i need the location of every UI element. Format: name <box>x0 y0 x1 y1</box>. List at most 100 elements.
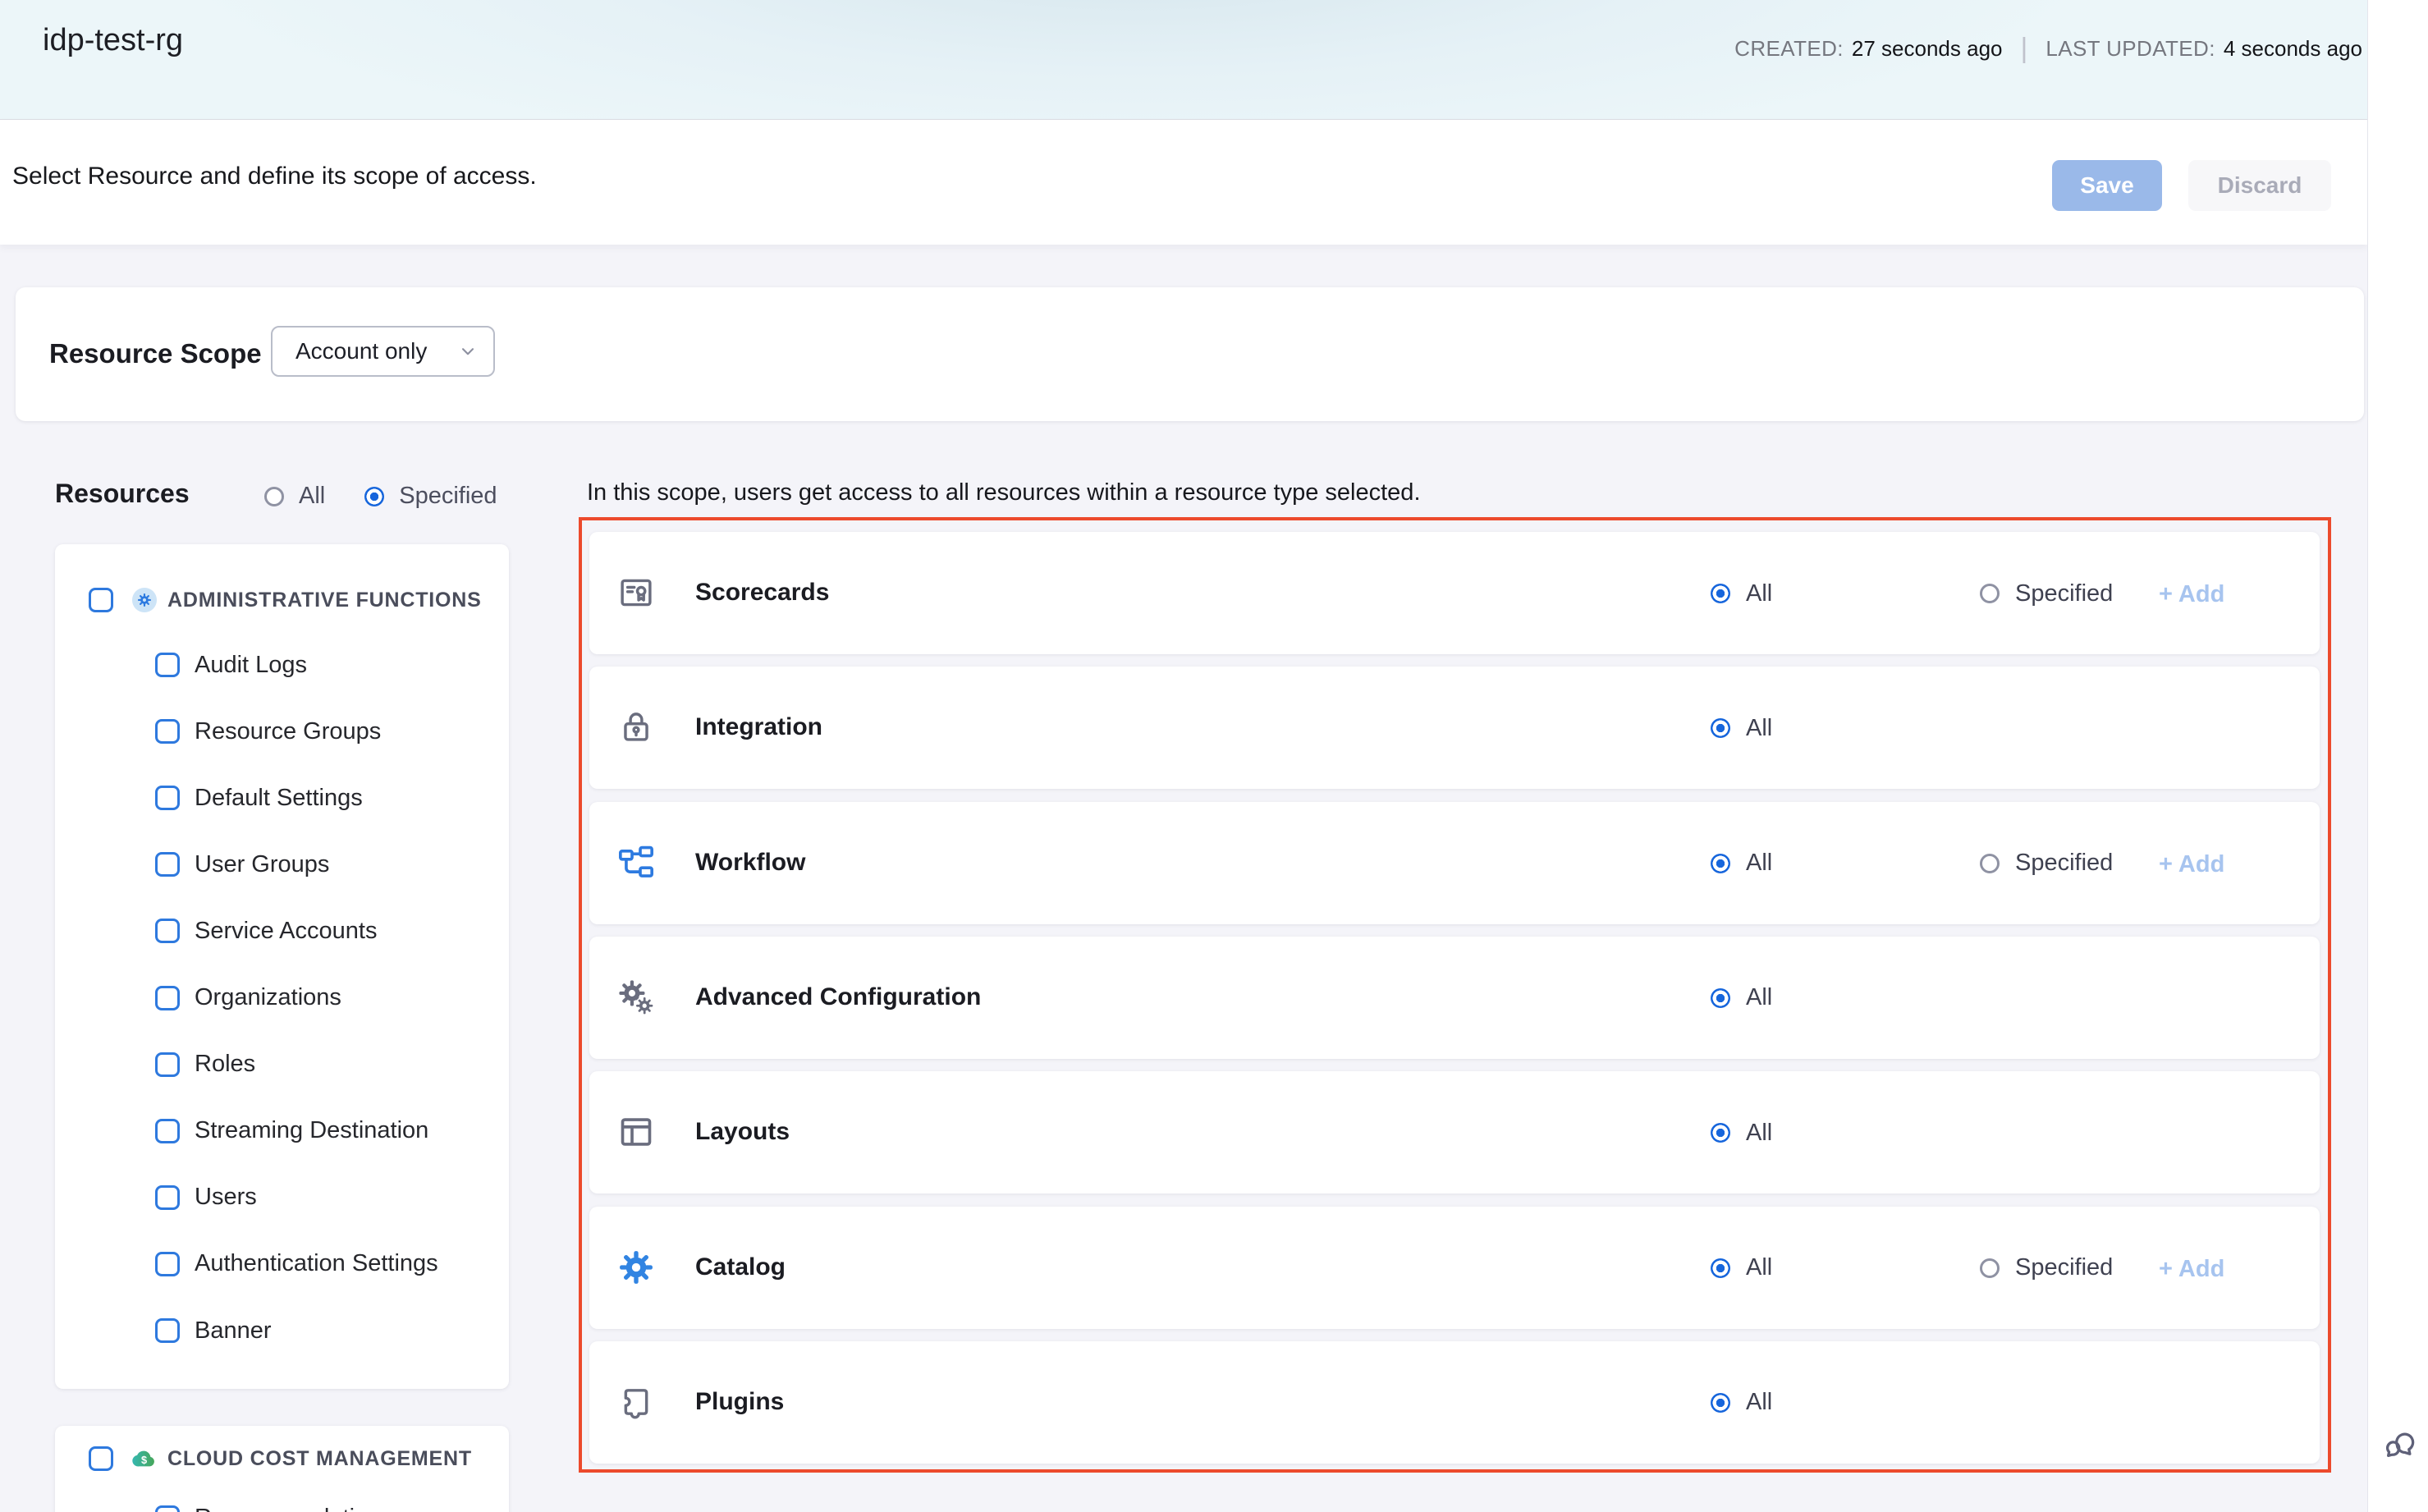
resource-type-label: Scorecards <box>695 579 829 607</box>
specified-radio-label: Specified <box>2015 580 2113 607</box>
all-radio[interactable] <box>1711 1393 1730 1413</box>
all-radio-label: All <box>1746 1389 1772 1416</box>
resource-type-label: Workflow <box>695 849 805 877</box>
resource-list-item: Organizations <box>155 986 341 1010</box>
section-label: ADMINISTRATIVE FUNCTIONS <box>167 589 482 612</box>
resource-scope-dropdown[interactable]: Account only <box>271 326 495 377</box>
resource-checkbox[interactable] <box>155 1505 180 1512</box>
resource-checkbox[interactable] <box>155 719 180 744</box>
resource-list-item: Streaming Destination <box>155 1119 428 1143</box>
timestamps: CREATED: 27 seconds ago | LAST UPDATED: … <box>1734 33 2362 65</box>
resource-type-row: Layouts All <box>589 1071 2320 1194</box>
resource-checkbox[interactable] <box>155 852 180 877</box>
resource-checkbox[interactable] <box>155 1052 180 1077</box>
all-radio-label: All <box>1746 715 1772 742</box>
resource-type-label: Catalog <box>695 1253 786 1281</box>
all-radio-label: All <box>1746 1254 1772 1281</box>
resource-type-row: Integration All <box>589 667 2320 789</box>
resource-scope-value: Account only <box>295 338 427 364</box>
resource-checkbox[interactable] <box>155 1119 180 1143</box>
specified-radio[interactable] <box>1980 1258 2000 1278</box>
all-radio-label: All <box>1746 580 1772 607</box>
resource-section-card: ADMINISTRATIVE FUNCTIONS Audit Logs Reso… <box>55 544 509 1389</box>
resource-list-item: User Groups <box>155 852 329 877</box>
resources-all-radio[interactable] <box>264 487 284 506</box>
add-link[interactable]: + Add <box>2159 1256 2224 1283</box>
resource-item-label: Service Accounts <box>195 918 377 945</box>
resource-group-page: idp-test-rg CREATED: 27 seconds ago | LA… <box>0 0 2428 1512</box>
resources-panel-title: Resources <box>55 479 190 509</box>
save-button[interactable]: Save <box>2052 160 2162 211</box>
resource-type-label: Plugins <box>695 1388 784 1416</box>
resource-type-row: Catalog All Specified + Add <box>589 1207 2320 1329</box>
resource-checkbox[interactable] <box>155 986 180 1010</box>
resources-specified-radio[interactable] <box>364 487 384 506</box>
resource-checkbox[interactable] <box>155 786 180 810</box>
resource-section-card: CLOUD COST MANAGEMENT Recommendations <box>55 1426 509 1512</box>
all-radio[interactable] <box>1711 988 1730 1008</box>
right-edge-strip <box>2367 0 2428 1512</box>
resource-item-label: Audit Logs <box>195 652 307 679</box>
chat-bubbles-icon[interactable] <box>2381 1425 2419 1463</box>
resource-item-label: User Groups <box>195 851 329 878</box>
created-label: CREATED: <box>1734 36 1844 62</box>
resource-list-item: Resource Groups <box>155 719 381 744</box>
specified-radio-label: Specified <box>2015 850 2113 877</box>
add-link[interactable]: + Add <box>2159 581 2224 608</box>
all-radio[interactable] <box>1711 1258 1730 1278</box>
resource-type-row: Plugins All <box>589 1341 2320 1464</box>
section-checkbox[interactable] <box>89 588 113 612</box>
resource-list-item: Default Settings <box>155 786 363 810</box>
all-radio-label: All <box>1746 1120 1772 1147</box>
resource-item-label: Banner <box>195 1317 272 1345</box>
resource-list-item: Service Accounts <box>155 919 377 943</box>
created-value: 27 seconds ago <box>1852 36 2003 62</box>
resource-section-header: CLOUD COST MANAGEMENT <box>89 1445 472 1473</box>
resource-checkbox[interactable] <box>155 919 180 943</box>
resource-checkbox[interactable] <box>155 653 180 677</box>
all-radio[interactable] <box>1711 854 1730 873</box>
specified-radio-label: Specified <box>2015 1254 2113 1281</box>
page-title: idp-test-rg <box>43 23 183 58</box>
resource-item-label: Streaming Destination <box>195 1117 428 1144</box>
page-header: idp-test-rg CREATED: 27 seconds ago | LA… <box>0 0 2367 120</box>
integration-lock-icon <box>617 708 655 746</box>
chevron-down-icon <box>457 341 479 362</box>
resources-specified-label: Specified <box>399 483 497 510</box>
all-radio-label: All <box>1746 850 1772 877</box>
all-radio[interactable] <box>1711 718 1730 738</box>
resource-checkbox[interactable] <box>155 1252 180 1276</box>
resource-item-label: Default Settings <box>195 785 363 812</box>
resources-mode-radios: All Specified <box>264 483 497 510</box>
resource-checkbox[interactable] <box>155 1318 180 1343</box>
resource-item-label: Organizations <box>195 984 341 1011</box>
resource-list-item: Authentication Settings <box>155 1252 438 1276</box>
last-updated-label: LAST UPDATED: <box>2045 36 2215 62</box>
catalog-gear-icon <box>617 1249 655 1286</box>
all-radio[interactable] <box>1711 1123 1730 1143</box>
specified-radio[interactable] <box>1980 584 2000 603</box>
specified-radio[interactable] <box>1980 854 2000 873</box>
resource-list-item: Audit Logs <box>155 653 307 677</box>
resource-list-item: Users <box>155 1185 257 1210</box>
resource-item-label: Recommendations <box>195 1505 393 1512</box>
section-checkbox[interactable] <box>89 1446 113 1471</box>
advanced-configuration-gears-icon <box>617 978 655 1016</box>
resource-list-item: Banner <box>155 1318 272 1343</box>
workflow-icon <box>617 844 655 882</box>
plugins-icon <box>617 1383 655 1421</box>
all-radio[interactable] <box>1711 584 1730 603</box>
resource-item-label: Resource Groups <box>195 718 381 745</box>
resource-section-header: ADMINISTRATIVE FUNCTIONS <box>89 586 482 614</box>
timestamp-separator: | <box>2021 33 2028 65</box>
discard-button[interactable]: Discard <box>2188 160 2331 211</box>
scorecards-icon <box>617 574 655 612</box>
scope-info-text: In this scope, users get access to all r… <box>587 479 1421 506</box>
resource-scope-label: Resource Scope <box>49 338 262 369</box>
add-link[interactable]: + Add <box>2159 851 2224 878</box>
resource-type-label: Layouts <box>695 1118 790 1146</box>
toolbar: Select Resource and define its scope of … <box>0 120 2367 245</box>
resource-checkbox[interactable] <box>155 1185 180 1210</box>
resource-type-label: Integration <box>695 713 822 741</box>
resources-all-label: All <box>299 483 325 510</box>
